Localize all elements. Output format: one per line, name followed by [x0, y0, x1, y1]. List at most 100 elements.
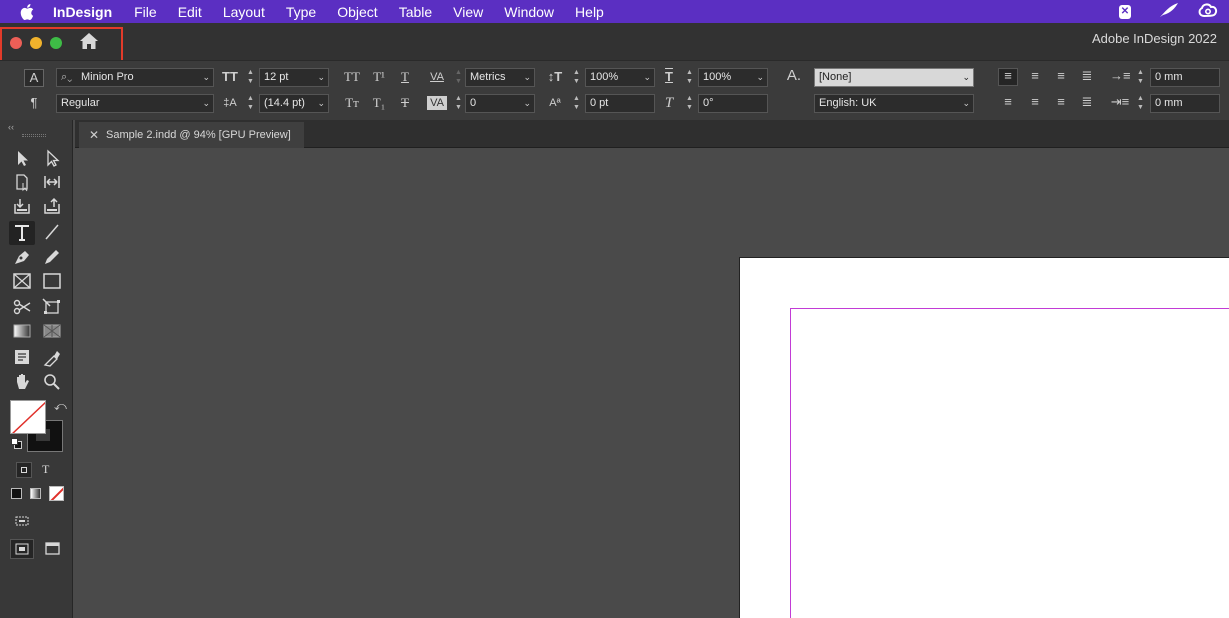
menu-layout[interactable]: Layout [223, 4, 265, 20]
baseline-shift-stepper[interactable]: ▲ ▼ [571, 94, 582, 113]
kerning-field[interactable]: Metrics ⌄ [465, 68, 535, 87]
justify-all-icon[interactable]: ≣ [1077, 95, 1097, 109]
zoom-tool-icon[interactable] [41, 372, 63, 392]
leading-stepper[interactable]: ▲ ▼ [245, 94, 256, 113]
scissors-tool-icon[interactable] [11, 297, 33, 317]
strikethrough-icon[interactable]: T [396, 96, 414, 110]
gradient-feather-tool-icon[interactable] [41, 321, 63, 341]
tracking-stepper[interactable]: ▲ ▼ [453, 94, 464, 113]
gap-tool-icon[interactable] [41, 172, 63, 192]
menu-help[interactable]: Help [575, 4, 604, 20]
menu-object[interactable]: Object [337, 4, 377, 20]
tracking-field[interactable]: 0 ⌄ [465, 94, 535, 113]
chevron-down-icon[interactable]: ⌄ [202, 95, 210, 112]
home-icon[interactable] [79, 32, 99, 50]
font-family-field[interactable]: ⌕⌄ Minion Pro ⌄ [56, 68, 214, 87]
chevron-down-icon[interactable]: ⌄ [959, 69, 970, 86]
skew-field[interactable]: 0° [698, 94, 768, 113]
menu-view[interactable]: View [453, 4, 483, 20]
default-fill-stroke-icon[interactable] [11, 438, 23, 450]
note-tool-icon[interactable] [11, 347, 33, 367]
apple-icon[interactable] [18, 0, 36, 23]
chevron-down-icon[interactable]: ⌄ [317, 95, 325, 112]
align-left-icon[interactable]: ≡ [998, 68, 1018, 86]
minimize-window-button[interactable] [30, 37, 42, 49]
horizontal-scale-stepper[interactable]: ▲ ▼ [684, 68, 695, 87]
first-line-indent-stepper[interactable]: ▲ ▼ [1135, 94, 1146, 113]
type-tool-icon[interactable] [9, 221, 35, 245]
vertical-scale-stepper[interactable]: ▲ ▼ [571, 68, 582, 87]
fill-swatch[interactable] [10, 400, 46, 434]
chevron-down-icon[interactable]: ⌄ [317, 69, 325, 86]
align-center-icon[interactable]: ≡ [1025, 69, 1045, 83]
menu-edit[interactable]: Edit [178, 4, 202, 20]
swap-fill-stroke-icon[interactable]: ⤺ [54, 399, 67, 414]
line-tool-icon[interactable] [41, 222, 63, 242]
chevron-down-icon[interactable]: ⌄ [523, 95, 531, 112]
menu-file[interactable]: File [134, 4, 157, 20]
direct-selection-tool-icon[interactable] [41, 148, 63, 168]
justify-right-icon[interactable]: ≡ [1051, 95, 1071, 109]
chevron-down-icon[interactable]: ⌄ [756, 69, 764, 86]
preview-mode-icon[interactable] [42, 539, 64, 559]
character-formatting-icon[interactable]: A [24, 69, 44, 87]
kerning-stepper[interactable]: ▲ ▼ [453, 68, 464, 87]
font-size-field[interactable]: 12 pt ⌄ [259, 68, 329, 87]
justify-center-icon[interactable]: ≡ [1025, 95, 1045, 109]
normal-mode-icon[interactable] [10, 539, 34, 559]
close-tab-icon[interactable]: ✕ [89, 122, 99, 148]
formatting-container-icon[interactable] [16, 462, 32, 478]
free-transform-tool-icon[interactable] [41, 297, 63, 317]
underline-icon[interactable]: T [396, 70, 414, 84]
close-window-button[interactable] [10, 37, 22, 49]
menu-window[interactable]: Window [504, 4, 554, 20]
menu-table[interactable]: Table [399, 4, 432, 20]
page-tool-icon[interactable] [11, 172, 33, 192]
selection-tool-icon[interactable] [11, 148, 33, 168]
chevron-down-icon[interactable]: ⌄ [962, 95, 970, 112]
superscript-icon[interactable]: T¹ [370, 70, 388, 84]
align-right-icon[interactable]: ≡ [1051, 69, 1071, 83]
baseline-shift-field[interactable]: 0 pt [585, 94, 655, 113]
chevron-down-icon[interactable]: ⌄ [523, 69, 531, 86]
panel-grip[interactable] [22, 134, 46, 137]
creative-cloud-icon[interactable] [1197, 2, 1219, 21]
first-line-indent-field[interactable]: 0 mm [1150, 94, 1220, 113]
align-toward-spine-icon[interactable]: ≣ [1077, 69, 1097, 83]
gradient-swatch-tool-icon[interactable] [11, 321, 33, 341]
hand-tool-icon[interactable] [11, 372, 33, 392]
small-caps-icon[interactable]: Tт [342, 96, 362, 110]
screen-mode-icon[interactable] [11, 511, 33, 531]
rectangle-frame-tool-icon[interactable] [11, 271, 33, 291]
skew-stepper[interactable]: ▲ ▼ [684, 94, 695, 113]
character-style-field[interactable]: [None] ⌄ [814, 68, 974, 87]
apply-none-icon[interactable] [49, 486, 64, 501]
left-indent-field[interactable]: 0 mm [1150, 68, 1220, 87]
apply-color-icon[interactable] [11, 488, 22, 499]
left-indent-stepper[interactable]: ▲ ▼ [1135, 68, 1146, 87]
pencil-tool-icon[interactable] [41, 247, 63, 267]
content-collector-tool-icon[interactable] [11, 196, 33, 216]
chevron-down-icon[interactable]: ⌄ [643, 69, 651, 86]
chevron-down-icon[interactable]: ⌄ [202, 69, 210, 86]
formatting-text-icon[interactable]: T [42, 462, 49, 477]
content-placer-tool-icon[interactable] [41, 196, 63, 216]
app-menu[interactable]: InDesign [53, 4, 112, 20]
collapse-panel-icon[interactable]: ‹‹ [8, 122, 14, 132]
leading-field[interactable]: (14.4 pt) ⌄ [259, 94, 329, 113]
font-size-stepper[interactable]: ▲ ▼ [245, 68, 256, 87]
language-field[interactable]: English: UK ⌄ [814, 94, 974, 113]
apply-gradient-icon[interactable] [30, 488, 41, 499]
document-tab[interactable]: ✕ Sample 2.indd @ 94% [GPU Preview] [79, 122, 304, 148]
zoom-window-button[interactable] [50, 37, 62, 49]
quill-icon[interactable] [1159, 2, 1179, 21]
justify-left-icon[interactable]: ≡ [998, 95, 1018, 109]
close-app-status-icon[interactable]: ✕ [1119, 4, 1131, 19]
font-style-field[interactable]: Regular ⌄ [56, 94, 214, 113]
menu-type[interactable]: Type [286, 4, 316, 20]
eyedropper-tool-icon[interactable] [41, 347, 63, 367]
pen-tool-icon[interactable] [11, 247, 33, 267]
vertical-scale-field[interactable]: 100% ⌄ [585, 68, 655, 87]
paragraph-formatting-icon[interactable]: ¶ [24, 96, 44, 110]
subscript-icon[interactable]: T₁ [370, 96, 388, 110]
